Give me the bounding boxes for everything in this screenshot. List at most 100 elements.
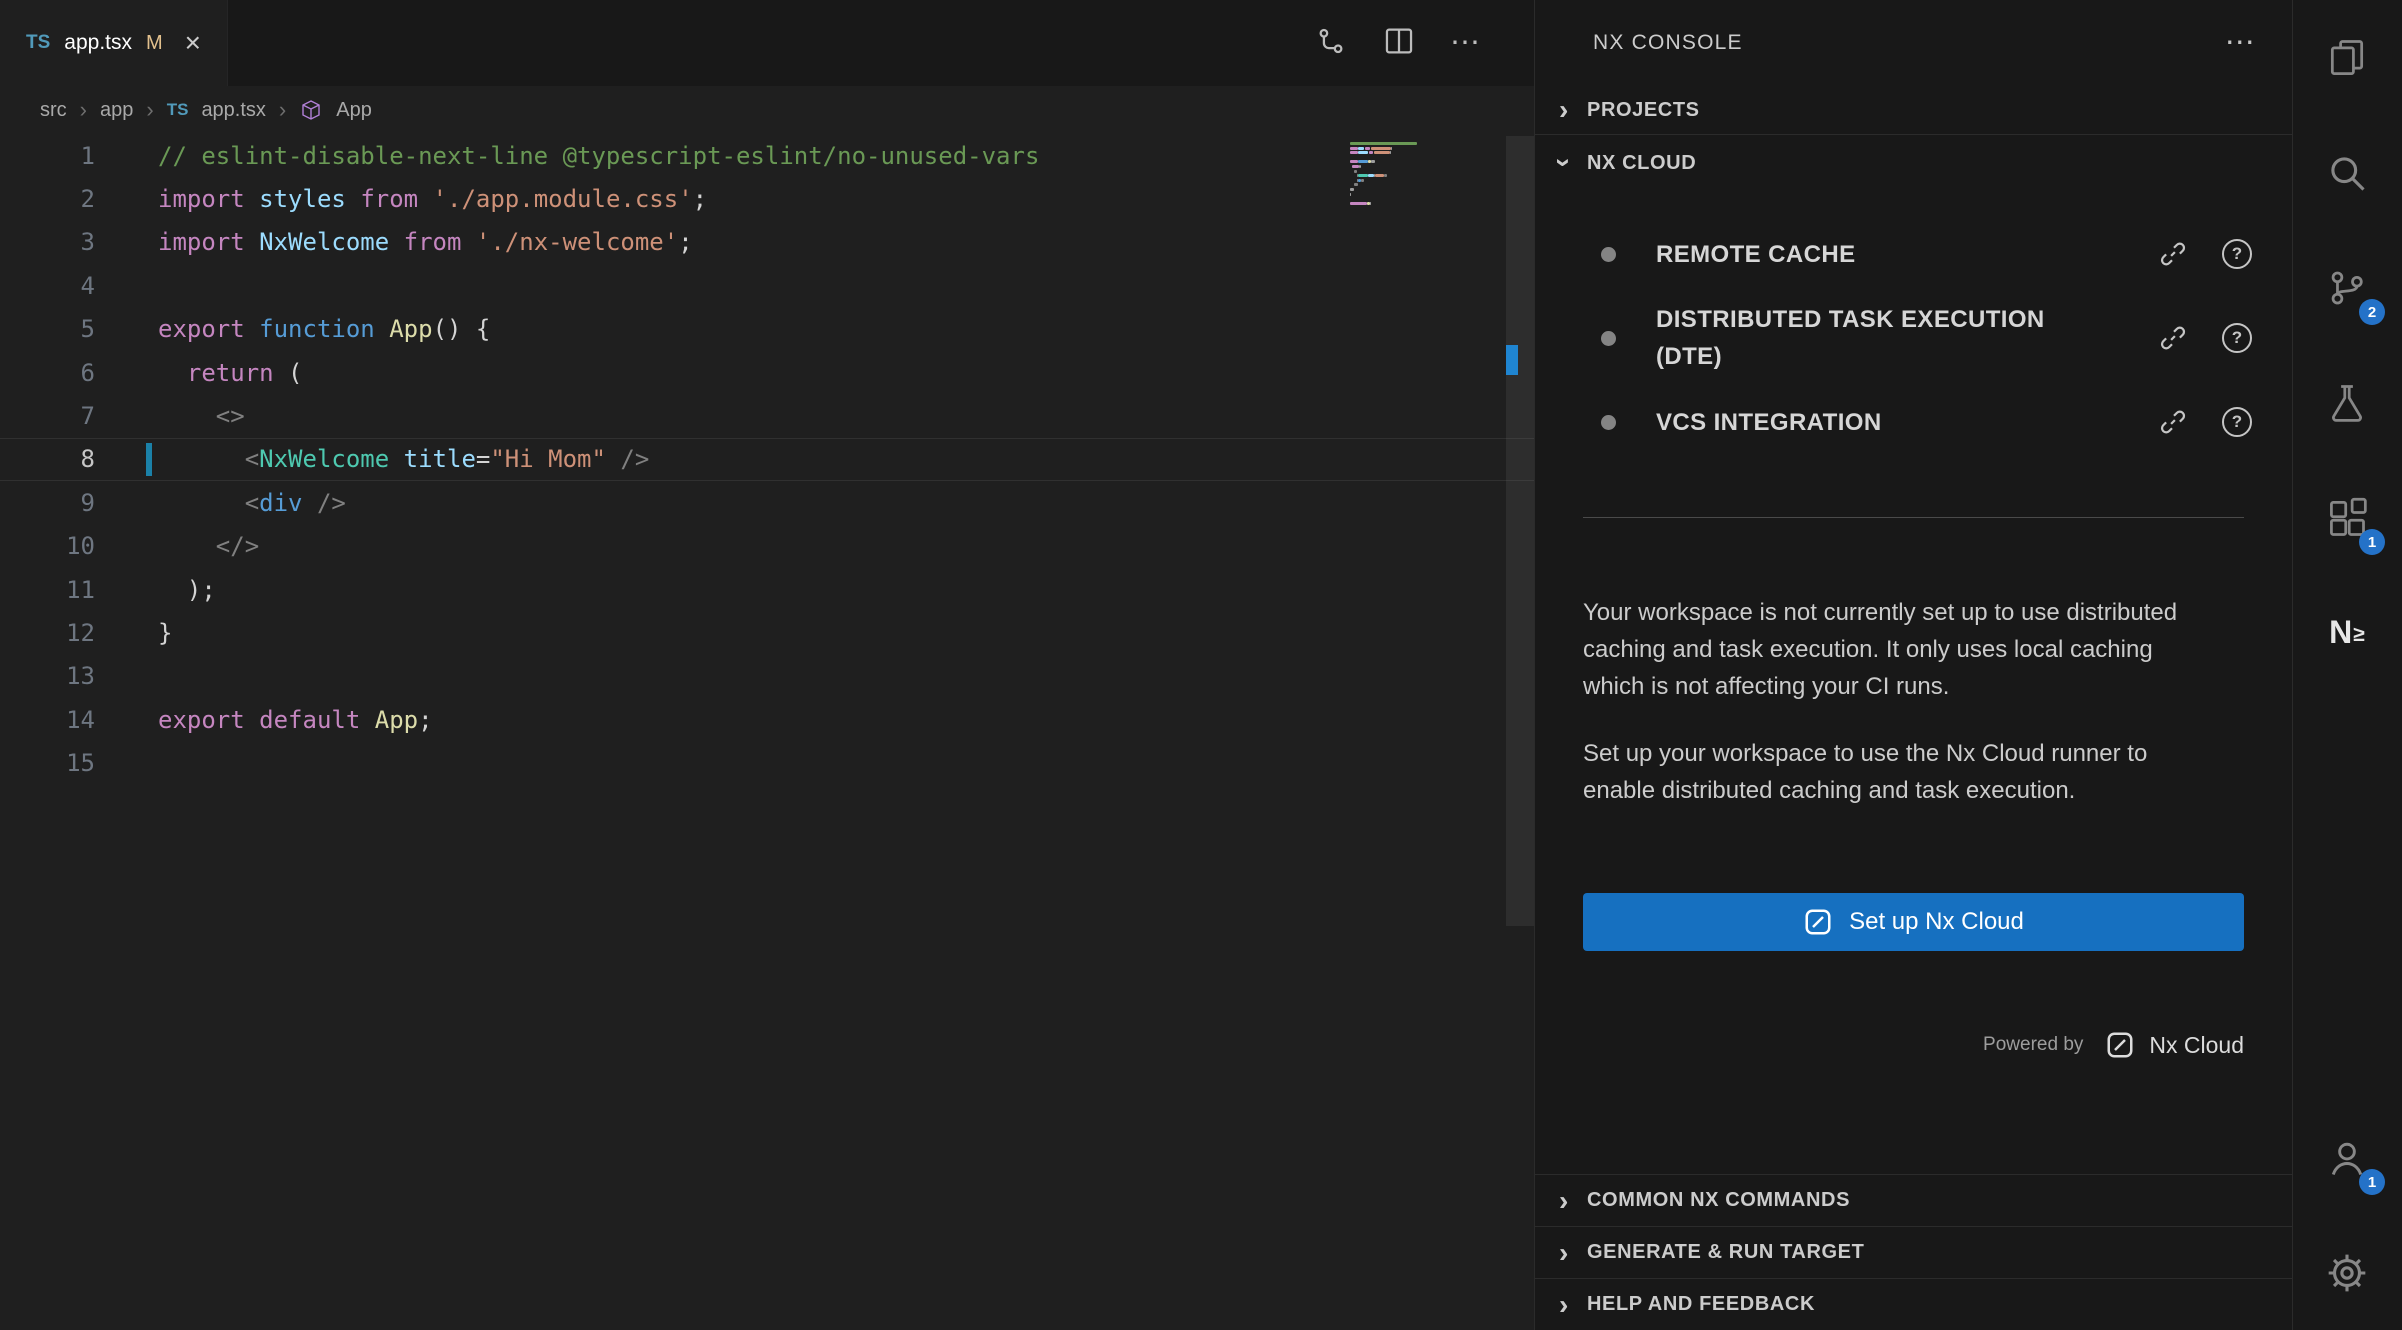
more-actions-icon[interactable]: ⋯ [1450, 28, 1480, 58]
nx-cloud-brand-label: Nx Cloud [2149, 1032, 2244, 1059]
chevron-right-icon: › [1551, 1187, 1577, 1215]
nx-cloud-logo-icon [1803, 907, 1833, 937]
nx-cloud-description: Your workspace is not currently set up t… [1535, 518, 2292, 809]
code-text[interactable]: ); [95, 576, 216, 604]
breadcrumb-item-symbol[interactable]: App [336, 99, 372, 122]
open-changes-icon[interactable] [1314, 24, 1348, 63]
line-number[interactable]: 12 [0, 619, 95, 647]
line-number[interactable]: 10 [0, 532, 95, 560]
code-line: 10 </> [0, 525, 1534, 568]
chevron-separator: › [80, 97, 87, 123]
help-icon[interactable]: ? [2222, 239, 2252, 269]
code-line: 4 [0, 264, 1534, 307]
breadcrumb-item-file[interactable]: app.tsx [201, 99, 265, 122]
code-text[interactable]: <> [95, 402, 245, 430]
split-editor-icon[interactable] [1382, 24, 1416, 63]
nx-console-panel: NX CONSOLE ⋯ › PROJECTS › NX CLOUD REMOT… [1535, 0, 2293, 1330]
setup-nx-cloud-button[interactable]: Set up Nx Cloud [1583, 893, 2244, 951]
nx-cloud-item: VCS INTEGRATION? [1601, 387, 2252, 457]
powered-by-row: Powered by Nx Cloud [1535, 1025, 2244, 1065]
section-nx-cloud[interactable]: › NX CLOUD [1535, 134, 2292, 191]
line-number[interactable]: 13 [0, 662, 95, 690]
nx-cloud-item-label: VCS INTEGRATION [1656, 404, 2076, 441]
line-number[interactable]: 3 [0, 228, 95, 256]
code-line: 5export function App() { [0, 308, 1534, 351]
code-text[interactable]: import styles from './app.module.css'; [95, 185, 707, 213]
extensions-icon[interactable]: 1 [2293, 460, 2401, 575]
section-label: GENERATE & RUN TARGET [1587, 1241, 1864, 1264]
search-icon[interactable] [2293, 115, 2401, 230]
editor-code-area[interactable]: 1// eslint-disable-next-line @typescript… [0, 134, 1534, 1330]
code-text[interactable]: } [95, 619, 172, 647]
activity-bar-spacer [2293, 690, 2401, 1100]
section-help-and-feedback[interactable]: ›HELP AND FEEDBACK [1535, 1278, 2292, 1330]
close-icon[interactable]: × [185, 29, 201, 57]
code-text[interactable]: </> [95, 532, 259, 560]
chevron-separator: › [146, 97, 153, 123]
testing-icon[interactable] [2293, 345, 2401, 460]
scrollbar-thumb[interactable] [1506, 136, 1534, 926]
overview-modified-marker [1506, 345, 1518, 375]
editor-area: TS app.tsx M × ⋯ [0, 0, 1535, 1330]
section-common-nx-commands[interactable]: › COMMON NX COMMANDS [1535, 1174, 2292, 1226]
section-label: PROJECTS [1587, 99, 1700, 122]
nx-cloud-logo-icon [2105, 1030, 2135, 1060]
line-number[interactable]: 6 [0, 359, 95, 387]
nx-cloud-item: DISTRIBUTED TASK EXECUTION (DTE)? [1601, 301, 2252, 375]
chevron-right-icon: › [1551, 1239, 1577, 1267]
panel-header: NX CONSOLE ⋯ [1535, 0, 2292, 86]
typescript-file-icon: TS [26, 32, 50, 54]
more-actions-icon[interactable]: ⋯ [2225, 28, 2256, 58]
chevron-right-icon: › [1551, 1291, 1577, 1319]
code-text[interactable]: export default App; [95, 706, 433, 734]
line-number[interactable]: 8 [0, 445, 95, 473]
nx-cloud-item-label: DISTRIBUTED TASK EXECUTION (DTE) [1656, 301, 2076, 375]
line-number[interactable]: 5 [0, 315, 95, 343]
line-number[interactable]: 4 [0, 272, 95, 300]
section-generate-run-target[interactable]: › GENERATE & RUN TARGET [1535, 1226, 2292, 1278]
line-number[interactable]: 11 [0, 576, 95, 604]
line-number[interactable]: 9 [0, 489, 95, 517]
status-bullet-icon [1601, 415, 1616, 430]
section-projects[interactable]: › PROJECTS [1535, 86, 2292, 134]
nx-cloud-item: REMOTE CACHE? [1601, 219, 2252, 289]
line-number[interactable]: 14 [0, 706, 95, 734]
code-text[interactable]: export function App() { [95, 315, 490, 343]
activity-badge: 1 [2359, 1169, 2385, 1195]
editor-scrollbar[interactable] [1506, 134, 1534, 1330]
bottom-sections: › COMMON NX COMMANDS › GENERATE & RUN TARGE… [1535, 1174, 2292, 1330]
typescript-file-icon: TS [167, 100, 189, 120]
code-text[interactable]: <NxWelcome title="Hi Mom" /> [95, 445, 649, 473]
code-text[interactable]: // eslint-disable-next-line @typescript-… [95, 142, 1039, 170]
code-line: 9 <div /> [0, 481, 1534, 524]
source-control-icon[interactable]: 2 [2293, 230, 2401, 345]
status-bullet-icon [1601, 331, 1616, 346]
breadcrumb: src › app › TS app.tsx › App [0, 86, 1534, 134]
line-number[interactable]: 7 [0, 402, 95, 430]
code-line: 2import styles from './app.module.css'; [0, 177, 1534, 220]
code-text[interactable]: return ( [95, 359, 303, 387]
section-label: COMMON NX COMMANDS [1587, 1189, 1850, 1212]
connect-icon[interactable] [2158, 407, 2188, 437]
connect-icon[interactable] [2158, 323, 2188, 353]
line-number[interactable]: 15 [0, 749, 95, 777]
explorer-icon[interactable] [2293, 0, 2401, 115]
nx-console-icon[interactable]: N≥ [2293, 575, 2401, 690]
code-line: 13 [0, 655, 1534, 698]
connect-icon[interactable] [2158, 239, 2188, 269]
tab-app-tsx[interactable]: TS app.tsx M × [0, 0, 228, 86]
help-icon[interactable]: ? [2222, 323, 2252, 353]
code-text[interactable]: import NxWelcome from './nx-welcome'; [95, 228, 693, 256]
code-line: 8 <NxWelcome title="Hi Mom" /> [0, 438, 1534, 481]
help-icon[interactable]: ? [2222, 407, 2252, 437]
minimap[interactable] [1350, 142, 1502, 211]
breadcrumb-item-src[interactable]: src [40, 99, 67, 122]
code-line: 14export default App; [0, 698, 1534, 741]
line-number[interactable]: 1 [0, 142, 95, 170]
code-text[interactable]: <div /> [95, 489, 346, 517]
settings-icon[interactable] [2293, 1215, 2401, 1330]
breadcrumb-item-app[interactable]: app [100, 99, 133, 122]
powered-by-label: Powered by [1983, 1034, 2083, 1056]
account-icon[interactable]: 1 [2293, 1100, 2401, 1215]
line-number[interactable]: 2 [0, 185, 95, 213]
